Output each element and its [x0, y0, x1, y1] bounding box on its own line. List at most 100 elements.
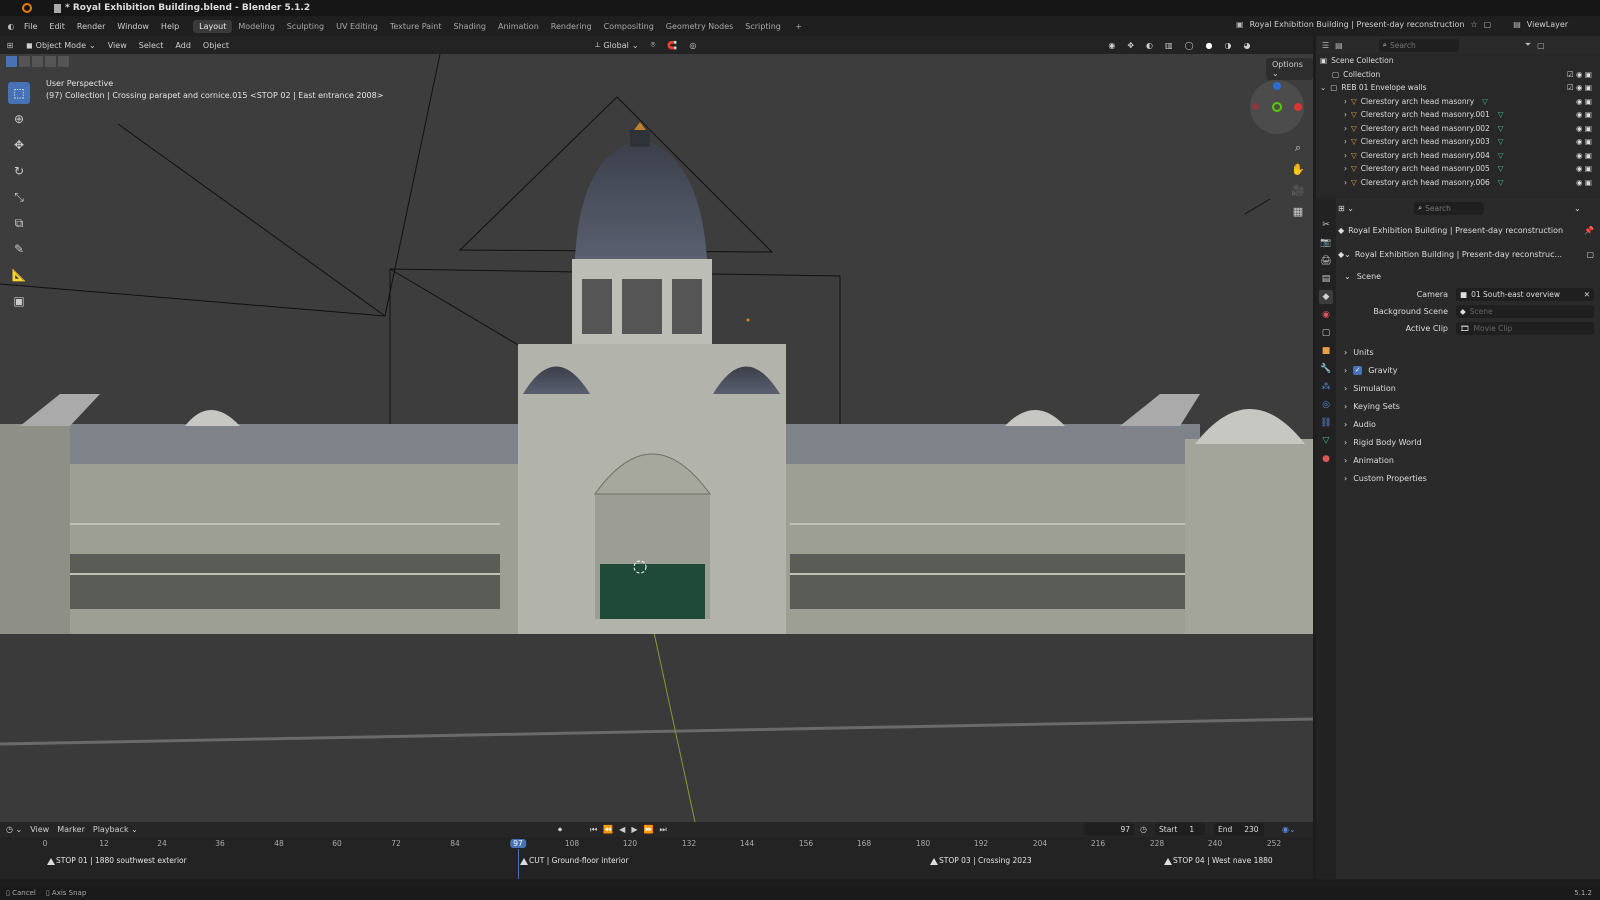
active-clip-field[interactable]: 🎞 Movie Clip	[1456, 322, 1594, 335]
view-layer-name[interactable]: ViewLayer	[1527, 20, 1568, 29]
list-item[interactable]: › ▽ Clerestory arch head masonry ▽ ◉ ▣	[1316, 95, 1600, 109]
jump-start-icon[interactable]: ⏮	[590, 825, 597, 835]
new-scene-icon[interactable]: ▢	[1484, 20, 1492, 29]
display-mode-icon[interactable]: ▤	[1335, 41, 1343, 50]
prev-key-icon[interactable]: ⏪	[603, 825, 613, 835]
clear-icon[interactable]: ✕	[1584, 290, 1590, 299]
frame-ruler[interactable]: 0 12 24 36 48 60 72 84 97 108 120 132 14…	[0, 837, 1313, 849]
menu-file[interactable]: File	[18, 20, 43, 33]
xray-icon[interactable]: ▥	[1159, 40, 1179, 51]
tab-shading[interactable]: Shading	[447, 20, 492, 33]
z-axis-icon[interactable]	[1273, 82, 1281, 90]
proportional-edit-icon[interactable]: ◎	[683, 40, 702, 51]
record-icon[interactable]: ⏺	[558, 825, 562, 835]
transform-icon[interactable]: ⧉	[8, 212, 30, 234]
pivot-icon[interactable]: ⌾	[645, 39, 662, 51]
outliner-editor-icon[interactable]: ☰	[1322, 41, 1329, 50]
navigation-gizmo[interactable]	[1250, 80, 1304, 134]
end-field[interactable]: End 230	[1214, 823, 1264, 836]
mode-dropdown[interactable]: ◼ Object Mode ⌄	[20, 40, 102, 51]
tab-uv-editing[interactable]: UV Editing	[330, 20, 384, 33]
props-editor-icon[interactable]: ⊞ ⌄	[1338, 204, 1354, 213]
simulation-panel[interactable]: › Simulation	[1338, 379, 1600, 397]
tab-compositing[interactable]: Compositing	[598, 20, 660, 33]
add-cube-icon[interactable]: ▣	[8, 290, 30, 312]
filter-icon[interactable]: ⏷	[1525, 40, 1531, 50]
pin-icon[interactable]: 📌	[1584, 226, 1594, 235]
play-reverse-icon[interactable]: ◀	[619, 825, 625, 835]
outliner-group[interactable]: ⌄ ▢ REB 01 Envelope walls ☑ ◉ ▣	[1316, 81, 1600, 95]
rotate-icon[interactable]: ↻	[8, 160, 30, 182]
clock-icon[interactable]: ◷	[1140, 825, 1147, 834]
list-item[interactable]: › ▽ Clerestory arch head masonry.005 ▽ ◉ ▣	[1316, 162, 1600, 176]
playhead-line[interactable]	[518, 849, 519, 879]
timeline-marker[interactable]: CUT | Ground-floor interior	[520, 856, 629, 865]
scale-icon[interactable]: ⤡	[8, 186, 30, 208]
render-tab-icon[interactable]: 📷	[1319, 236, 1333, 250]
options-dropdown[interactable]: Options ⌄	[1266, 58, 1313, 80]
3d-viewport[interactable]: User Perspective (97) Collection | Cross…	[0, 54, 1313, 822]
chevron-right-icon[interactable]: ›	[1344, 97, 1347, 106]
shading-wireframe-icon[interactable]: ◯	[1179, 40, 1200, 51]
scene-browse-icon[interactable]: ◆⌄	[1338, 250, 1351, 259]
animation-panel[interactable]: › Animation	[1338, 451, 1600, 469]
expand-icon[interactable]: ⌄	[1320, 83, 1326, 92]
constraints-tab-icon[interactable]: ⛓	[1319, 416, 1333, 430]
item-visibility[interactable]: ◉ ▣	[1576, 151, 1592, 160]
group-visibility[interactable]: ☑ ◉ ▣	[1567, 83, 1592, 92]
custom-properties-panel[interactable]: › Custom Properties	[1338, 469, 1600, 487]
list-item[interactable]: › ▽ Clerestory arch head masonry.003 ▽ ◉ ▣	[1316, 135, 1600, 149]
object-menu[interactable]: Object	[197, 40, 235, 51]
blender-menu-icon[interactable]: ◐	[4, 22, 18, 31]
timeline-playback-menu[interactable]: Playback ⌄	[93, 825, 138, 834]
next-key-icon[interactable]: ⏩	[643, 825, 653, 835]
list-item[interactable]: › ▽ Clerestory arch head masonry.004 ▽ ◉ ▣	[1316, 149, 1600, 163]
timeline-marker-menu[interactable]: Marker	[57, 825, 85, 834]
tab-rendering[interactable]: Rendering	[545, 20, 598, 33]
overlay-icon[interactable]: ◐	[1140, 40, 1159, 51]
select-menu[interactable]: Select	[133, 40, 170, 51]
zoom-icon[interactable]: ⌕	[1289, 139, 1307, 157]
collection-visibility[interactable]: ☑ ◉ ▣	[1567, 70, 1592, 79]
units-panel[interactable]: › Units	[1338, 343, 1600, 361]
editor-type-icon[interactable]: ⊞	[0, 41, 20, 50]
tab-texture-paint[interactable]: Texture Paint	[384, 20, 448, 33]
particles-tab-icon[interactable]: ⁂	[1319, 380, 1333, 394]
gizmo-toggle-icon[interactable]: ✥	[1121, 40, 1140, 51]
outliner-collection[interactable]: ▢ Collection ☑ ◉ ▣	[1316, 68, 1600, 82]
outliner-root[interactable]: ▣ Scene Collection	[1316, 54, 1600, 68]
y-axis-icon[interactable]	[1272, 102, 1282, 112]
neg-x-axis-icon[interactable]	[1252, 103, 1259, 110]
item-visibility[interactable]: ◉ ▣	[1576, 97, 1592, 106]
view-layer-icon[interactable]: ▤	[1513, 20, 1521, 29]
world-tab-icon[interactable]: ◉	[1319, 308, 1333, 322]
chevron-right-icon[interactable]: ›	[1344, 178, 1347, 187]
timeline-view-menu[interactable]: View	[30, 825, 49, 834]
new-collection-icon[interactable]: ▢	[1537, 41, 1545, 50]
timeline-editor-icon[interactable]: ◷ ⌄	[6, 825, 22, 834]
scene-selector[interactable]: ◆⌄ Royal Exhibition Building | Present-d…	[1338, 242, 1600, 266]
sync-icon[interactable]: ◉⌄	[1282, 825, 1296, 834]
item-visibility[interactable]: ◉ ▣	[1576, 124, 1592, 133]
tab-layout[interactable]: Layout	[193, 20, 233, 33]
start-field[interactable]: Start 1	[1155, 823, 1205, 836]
physics-tab-icon[interactable]: ◎	[1319, 398, 1333, 412]
camera-view-icon[interactable]: 🎥	[1289, 181, 1307, 199]
material-tab-icon[interactable]: ●	[1319, 452, 1333, 466]
background-scene-field[interactable]: ◆ Scene	[1456, 305, 1594, 318]
add-menu[interactable]: Add	[169, 40, 197, 51]
gravity-panel[interactable]: › ✓ Gravity	[1338, 361, 1600, 379]
menu-help[interactable]: Help	[155, 20, 185, 33]
rigid-body-panel[interactable]: › Rigid Body World	[1338, 433, 1600, 451]
gravity-checkbox[interactable]: ✓	[1353, 365, 1363, 375]
tab-modeling[interactable]: Modeling	[232, 20, 280, 33]
audio-panel[interactable]: › Audio	[1338, 415, 1600, 433]
item-visibility[interactable]: ◉ ▣	[1576, 178, 1592, 187]
tool-tab-icon[interactable]: ✂	[1319, 218, 1333, 232]
outliner-search[interactable]: ⌕ Search	[1378, 38, 1459, 52]
scene-name[interactable]: Royal Exhibition Building | Present-day …	[1250, 20, 1465, 29]
tab-sculpting[interactable]: Sculpting	[281, 20, 330, 33]
add-workspace-icon[interactable]: +	[789, 20, 808, 33]
jump-end-icon[interactable]: ⏭	[659, 825, 666, 835]
chevron-right-icon[interactable]: ›	[1344, 151, 1347, 160]
